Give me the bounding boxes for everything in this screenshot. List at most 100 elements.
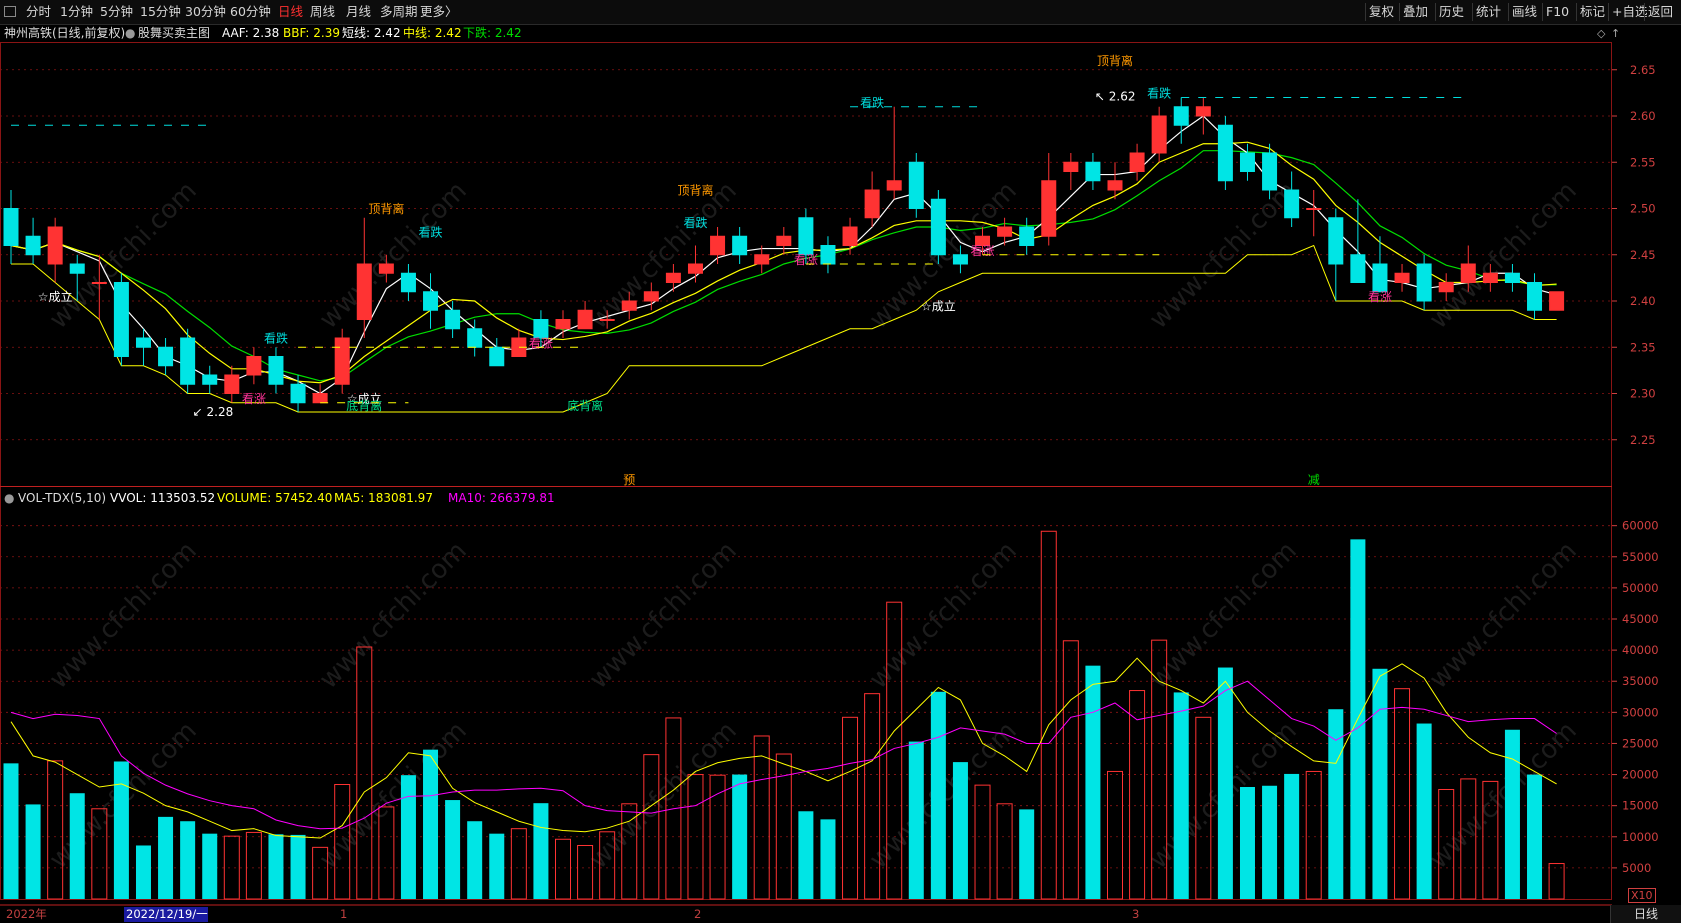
volume-axis-label: 30000: [1622, 705, 1659, 719]
volume-bar: [510, 828, 527, 900]
top-divergence-label: 顶背离: [677, 183, 713, 198]
candle-body: [1173, 106, 1189, 126]
volume-bar: [1217, 667, 1233, 899]
candle-body: [47, 226, 63, 265]
candle-body: [246, 356, 262, 376]
volume-bar: [290, 834, 306, 899]
volume-bar: [489, 833, 505, 899]
volume-bar: [555, 838, 571, 900]
bullish-label: 看涨: [971, 243, 995, 258]
candle-body: [1239, 152, 1255, 172]
candle-body: [908, 161, 924, 209]
candle-body: [1063, 161, 1079, 172]
candle-body: [555, 319, 571, 330]
bottom-divergence-label: 底背离: [346, 398, 382, 413]
candle-body: [91, 282, 107, 284]
volume-bar: [753, 735, 770, 900]
candle-body: [1350, 254, 1366, 283]
volume-bar: [113, 761, 129, 899]
candle-body: [997, 226, 1013, 237]
candle-body: [1306, 208, 1322, 210]
candle-body: [1151, 115, 1167, 154]
watermark: www.cfchi.com: [864, 536, 1023, 695]
candle-body: [1460, 263, 1476, 283]
candle-body: [1482, 272, 1498, 283]
top-divergence-label: 顶背离: [1097, 53, 1133, 68]
volume-bar: [1416, 723, 1432, 899]
candle-body: [577, 309, 593, 330]
volume-axis-label: 60000: [1622, 519, 1659, 533]
volume-bar: [1019, 809, 1035, 899]
volume-axis-label: 10000: [1622, 830, 1659, 844]
candle-body: [1107, 180, 1123, 191]
volume-bar: [1129, 690, 1146, 900]
confirmed-label: ☆成立: [38, 289, 73, 304]
candle-body: [798, 217, 814, 256]
volume-axis-label: 55000: [1622, 550, 1659, 564]
price-axis-label: 2.55: [1630, 155, 1656, 169]
volume-bar: [1372, 668, 1388, 899]
volume-bar: [1504, 729, 1520, 899]
volume-bar: [1284, 773, 1300, 899]
volume-bar: [930, 691, 946, 899]
x-axis-label: 2: [694, 907, 701, 921]
bullish-label: 看涨: [242, 391, 266, 406]
volume-axis-label: 20000: [1622, 768, 1659, 782]
volume-bar: [245, 831, 262, 900]
support-line: [11, 244, 1557, 413]
price-axis-label: 2.40: [1630, 294, 1656, 308]
bullish-label: 看涨: [1368, 289, 1392, 304]
candle-body: [467, 328, 483, 348]
volume-bar: [533, 803, 549, 899]
period-indicator-button[interactable]: 日线: [1610, 905, 1681, 923]
candle-body: [820, 245, 836, 265]
volume-bar: [223, 835, 240, 900]
volume-axis-label: 45000: [1622, 612, 1659, 626]
candle-body: [1217, 124, 1233, 182]
low-price-marker: ↙ 2.28: [193, 405, 234, 419]
candle-body: [842, 226, 858, 246]
down-trend-line: [10, 150, 1557, 382]
volume-bar: [974, 784, 991, 900]
candle-body: [202, 374, 218, 385]
bearish-label: 看跌: [683, 215, 707, 230]
volume-axis-label: 35000: [1622, 674, 1659, 688]
top-divergence-label: 顶背离: [368, 201, 404, 216]
volume-bar: [1548, 863, 1565, 900]
volume-bar: [996, 803, 1013, 900]
bearish-label: 看跌: [1147, 86, 1171, 101]
price-axis-label: 2.65: [1630, 63, 1656, 77]
volume-axis-label: 25000: [1622, 736, 1659, 750]
reduce-marker: 减: [1308, 473, 1320, 487]
candle-body: [224, 374, 240, 394]
candle-body: [113, 282, 129, 357]
x-axis-label: 2022/12/19/一: [126, 907, 208, 921]
candle-body: [1284, 189, 1300, 219]
watermark: www.cfchi.com: [1144, 176, 1303, 335]
confirmed-label: ☆成立: [921, 298, 956, 313]
volume-bar: [400, 775, 416, 899]
candle-body: [1416, 263, 1432, 302]
bearish-label: 看跌: [419, 224, 443, 239]
candle-body: [1438, 282, 1454, 293]
candle-body: [312, 393, 328, 404]
candle-body: [378, 263, 394, 274]
candle-body: [290, 383, 306, 404]
bearish-label: 看跌: [264, 331, 288, 346]
price-axis-label: 2.45: [1630, 248, 1656, 262]
volume-bar: [467, 821, 483, 899]
kline-chart[interactable]: 2.65 2.60 2.55 2.50 2.45 2.40 2.35 2.30 2.25 6000…: [0, 0, 1681, 923]
candle-body: [180, 337, 196, 385]
candle-body: [930, 198, 946, 256]
x-axis-label: 3: [1132, 907, 1139, 921]
volume-axis-label: 15000: [1622, 799, 1659, 813]
candle-body: [1085, 161, 1101, 182]
candle-body: [423, 291, 439, 311]
watermark: www.cfchi.com: [1424, 176, 1583, 335]
candle-body: [1394, 272, 1410, 283]
candle-body: [533, 319, 549, 339]
volume-bar: [1062, 640, 1079, 900]
watermark: www.cfchi.com: [584, 536, 743, 695]
watermark: www.cfchi.com: [584, 716, 743, 875]
candle-body: [687, 263, 703, 274]
